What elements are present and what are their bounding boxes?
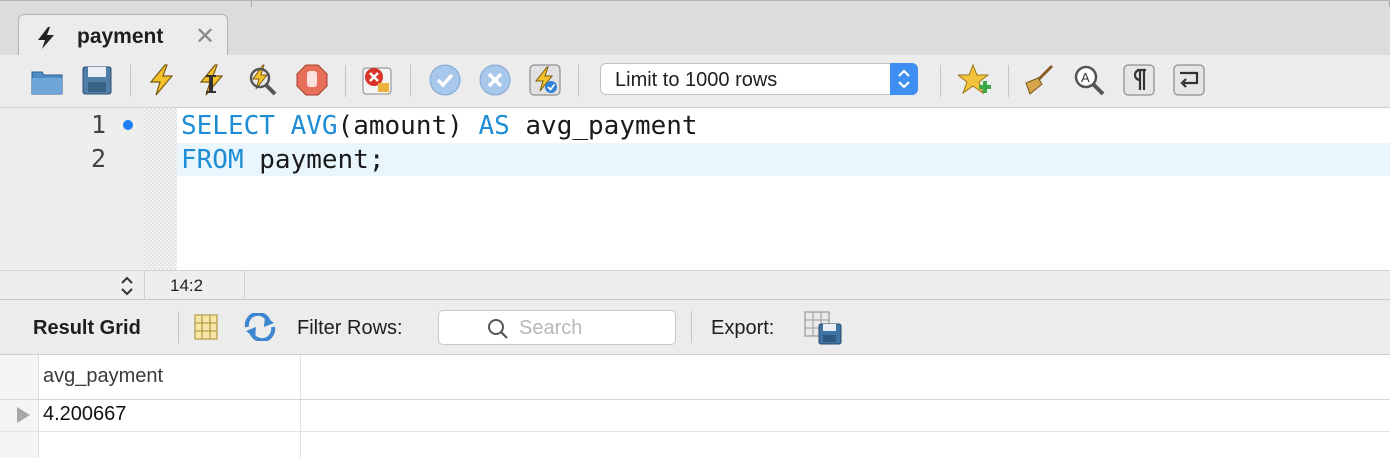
column-header[interactable]: avg_payment	[43, 365, 163, 388]
keyword: AVG	[290, 111, 338, 141]
row-pointer-icon	[17, 407, 30, 423]
close-tab-icon[interactable]: ✕	[195, 22, 215, 51]
editor-status-bar: 14:2	[0, 270, 1390, 301]
open-file-icon[interactable]	[30, 63, 64, 97]
commit-icon[interactable]	[428, 63, 462, 97]
beautify-icon[interactable]	[1022, 63, 1056, 97]
export-icon[interactable]	[803, 310, 843, 346]
line-number: 2	[90, 144, 106, 173]
lightning-icon	[38, 27, 54, 49]
limit-rows-value: Limit to 1000 rows	[615, 69, 778, 91]
invisible-chars-icon[interactable]	[1122, 63, 1156, 97]
refresh-icon[interactable]	[243, 313, 277, 341]
autocommit-icon[interactable]	[528, 63, 562, 97]
code-text: payment;	[243, 145, 385, 175]
rollback-icon[interactable]	[478, 63, 512, 97]
line-number-gutter: 1 2	[0, 108, 144, 270]
sql-editor[interactable]: 1 2 SELECT AVG(amount) AS avg_payment FR…	[0, 108, 1390, 270]
keyword: AS	[478, 111, 510, 141]
code-text: (amount)	[337, 111, 479, 141]
search-input[interactable]	[519, 316, 659, 340]
resize-stepper-icon[interactable]	[118, 274, 136, 298]
tab-title: payment	[77, 25, 164, 48]
keyword: FROM	[181, 145, 244, 175]
select-stepper-icon[interactable]	[890, 63, 918, 95]
add-snippet-icon[interactable]	[958, 63, 992, 97]
execute-icon[interactable]	[145, 63, 179, 97]
limit-rows-select[interactable]: Limit to 1000 rows	[600, 63, 918, 95]
execute-current-icon[interactable]	[195, 63, 229, 97]
save-icon[interactable]	[80, 63, 114, 97]
keyword: SELECT	[181, 111, 275, 141]
sql-toolbar: Limit to 1000 rows A	[0, 55, 1390, 108]
toggle-error-icon[interactable]	[360, 63, 394, 97]
result-toolbar: Result Grid Filter Rows: Export:	[0, 300, 1390, 355]
explain-icon[interactable]	[245, 63, 279, 97]
statement-marker-icon	[123, 120, 133, 130]
filter-search-box[interactable]	[438, 310, 676, 345]
result-grid-label[interactable]: Result Grid	[33, 317, 141, 340]
tab-payment[interactable]: payment ✕	[18, 14, 228, 56]
cursor-position: 14:2	[170, 276, 204, 295]
line-number: 1	[90, 110, 106, 139]
stop-icon[interactable]	[295, 63, 329, 97]
grid-columns-icon[interactable]	[193, 313, 219, 341]
find-icon[interactable]: A	[1072, 63, 1106, 97]
word-wrap-icon[interactable]	[1172, 63, 1206, 97]
code-line-1[interactable]: SELECT AVG(amount) AS avg_payment	[181, 111, 698, 141]
table-cell[interactable]: 4.200667	[43, 403, 126, 426]
code-line-2[interactable]: FROM payment;	[181, 145, 385, 175]
export-label: Export:	[711, 317, 775, 339]
code-text: avg_payment	[509, 111, 698, 141]
fold-margin	[144, 108, 177, 270]
result-grid: avg_payment 4.200667	[0, 355, 1390, 458]
filter-rows-label: Filter Rows:	[297, 317, 403, 339]
tab-strip: payment ✕	[0, 0, 1390, 56]
search-icon	[488, 319, 508, 339]
svg-text:A: A	[1081, 70, 1090, 85]
